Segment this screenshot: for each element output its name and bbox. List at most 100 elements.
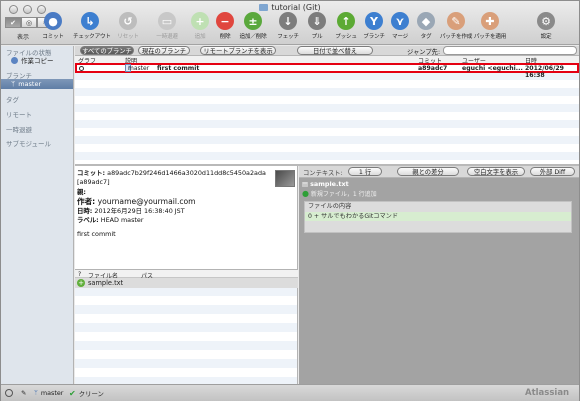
- status-bar: ✎ ᛘ master ✔ クリーン Atlassian: [1, 384, 579, 401]
- hunk-header: ファイルの内容: [308, 203, 352, 210]
- context-label: コンテキスト:: [303, 170, 343, 177]
- checkmark-icon: ✔: [69, 389, 76, 398]
- commit-datetime: 2012年6月29日 16:38:40 JST: [94, 206, 185, 215]
- commit-details: コミット: a89adc7b29f246d1466a3020d11dd8c545…: [75, 166, 298, 269]
- commit-labels: HEAD master: [100, 216, 144, 225]
- create-patch-tool-button[interactable]: ✎ パッチを作成: [439, 12, 473, 40]
- toolbar: tutorial (Git) ✔ ◎ ⌕ 表示 ●コミット↳チェックアウト↺リセ…: [1, 1, 579, 45]
- sidebar: ファイルの状態 作業コピー ブランチ ᛘ master タグ リモート 一時退避 …: [1, 46, 74, 384]
- diff-toolbar: コンテキスト: 1 行 親との差分 空白文字を表示 外部 Diff: [299, 166, 579, 178]
- branch-label: ᛘ master: [125, 64, 149, 72]
- remove-icon: −: [216, 12, 234, 30]
- submodules-header[interactable]: サブモジュール: [6, 138, 51, 148]
- files-header: ? ファイル名 パス: [75, 269, 298, 280]
- commit-label: コミット:: [77, 169, 106, 177]
- jump-input[interactable]: [443, 46, 577, 55]
- merge-icon: ⋎: [391, 12, 409, 30]
- statusbar-branch: ᛘ master: [34, 389, 64, 397]
- reset-icon: ↺: [119, 12, 137, 30]
- author-label: 作者:: [77, 197, 96, 207]
- whitespace-select[interactable]: 空白文字を表示: [467, 167, 525, 176]
- tool-label: 追加／削除: [239, 34, 267, 40]
- reset-tool-button[interactable]: ↺ リセット: [111, 12, 145, 40]
- added-line-text: + サルでもわかるGitコマンド: [313, 213, 399, 220]
- labels-label: ラベル:: [77, 216, 99, 225]
- log-filter-bar: すべてのブランチ 現在のブランチ リモートブランチを表示 日付で並べ替え ジャン…: [75, 46, 579, 56]
- sort-select[interactable]: 日付で並べ替え: [297, 46, 373, 55]
- sidebar-item-working-copy[interactable]: 作業コピー: [1, 55, 73, 65]
- list-item[interactable]: + sample.txt: [75, 278, 298, 288]
- table-row[interactable]: ᛘ master first commit a89adc7 eguchi <egu…: [75, 63, 579, 79]
- working-copy-icon: [11, 56, 18, 64]
- commit-date: 2012/06/29 16:38: [525, 65, 564, 79]
- external-diff-button[interactable]: 外部 Diff: [530, 167, 575, 176]
- line-number: 0: [308, 213, 312, 220]
- pull-icon: ⇓: [308, 12, 326, 30]
- remotes-header[interactable]: リモート: [6, 109, 32, 119]
- settings-tool-button[interactable]: ⚙ 設定: [529, 12, 563, 40]
- add-icon: +: [191, 12, 209, 30]
- apply-patch-icon: ✚: [481, 12, 499, 30]
- jump-label: ジャンプ先:: [407, 49, 441, 56]
- diff-hunk: ファイルの内容 0 + サルでもわかるGitコマンド: [304, 201, 572, 233]
- author-email[interactable]: yourname@yourmail.com: [98, 197, 196, 206]
- tool-label: タグ: [420, 34, 432, 40]
- atlassian-logo: Atlassian: [525, 388, 570, 398]
- branch-icon: ᛘ: [34, 389, 38, 397]
- context-select[interactable]: 1 行: [348, 167, 382, 176]
- show-remote-branches-button[interactable]: リモートブランチを表示: [200, 46, 276, 55]
- diff-file-header: ▤ sample.txt ● 新規ファイル，1 行追加: [302, 180, 377, 199]
- files-list[interactable]: [75, 278, 298, 384]
- commit-tool-button[interactable]: ● コミット: [36, 12, 70, 40]
- tag-tool-button[interactable]: ◆ タグ: [409, 12, 443, 40]
- tool-label: パッチを作成: [439, 34, 473, 40]
- apply-patch-tool-button[interactable]: ✚ パッチを適用: [473, 12, 507, 40]
- checkout-tool-button[interactable]: ↳ チェックアウト: [73, 12, 111, 40]
- tool-label: 一時退避: [156, 34, 178, 40]
- statusbar-terminal-icon[interactable]: [5, 389, 13, 397]
- fetch-icon: ↓: [279, 12, 297, 30]
- folder-icon: [259, 4, 269, 11]
- tool-label: 設定: [540, 34, 552, 40]
- current-branch-button[interactable]: 現在のブランチ: [138, 46, 190, 55]
- commit-user: eguchi <eguchi...: [462, 65, 523, 72]
- branch-icon: ᛘ: [11, 80, 16, 88]
- added-file-icon: +: [77, 279, 85, 287]
- tool-label: チェックアウト: [73, 34, 111, 40]
- window-title: tutorial (Git): [1, 3, 579, 12]
- date-label: 日時:: [77, 206, 93, 215]
- branch-icon: Y: [365, 12, 383, 30]
- log-view-button[interactable]: ◎: [21, 17, 37, 28]
- commit-message: first commit: [157, 65, 200, 72]
- stash-icon: ▭: [158, 12, 176, 30]
- add-remove-icon: ±: [244, 12, 262, 30]
- stashes-header[interactable]: 一時退避: [6, 124, 32, 134]
- tool-label: パッチを適用: [473, 34, 507, 40]
- view-label: 表示: [17, 34, 30, 41]
- file-status-view-button[interactable]: ✔: [5, 17, 21, 28]
- short-hash: [a89adc7]: [77, 178, 110, 187]
- diff-mode-select[interactable]: 親との差分: [397, 167, 459, 176]
- tags-header[interactable]: タグ: [6, 94, 19, 104]
- commit-hash: a89adc7: [418, 65, 448, 72]
- file-name: sample.txt: [88, 279, 124, 287]
- create-patch-icon: ✎: [447, 12, 465, 30]
- graph-node-icon: [79, 66, 84, 71]
- sidebar-item-master[interactable]: ᛘ master: [1, 79, 73, 89]
- col-status[interactable]: ?: [78, 271, 81, 278]
- add-remove-tool-button[interactable]: ± 追加／削除: [236, 12, 270, 40]
- statusbar-status: ✔ クリーン: [69, 389, 104, 398]
- avatar: [275, 170, 295, 187]
- commit-icon: ●: [44, 12, 62, 30]
- app-window: tutorial (Git) ✔ ◎ ⌕ 表示 ●コミット↳チェックアウト↺リセ…: [0, 0, 580, 401]
- diff-file-name: sample.txt: [310, 180, 349, 188]
- stash-tool-button[interactable]: ▭ 一時退避: [150, 12, 184, 40]
- statusbar-edit-icon[interactable]: ✎: [21, 389, 26, 397]
- tool-label: コミット: [42, 34, 64, 40]
- commit-message-body: first commit: [77, 230, 116, 239]
- all-branches-button[interactable]: すべてのブランチ: [80, 46, 134, 55]
- text-file-icon: ▤: [302, 180, 309, 188]
- log-list[interactable]: [75, 64, 579, 164]
- parent-label: 親:: [77, 187, 86, 196]
- full-commit-hash: a89adc7b29f246d1466a3020d11dd8c5450a2ada: [107, 169, 266, 177]
